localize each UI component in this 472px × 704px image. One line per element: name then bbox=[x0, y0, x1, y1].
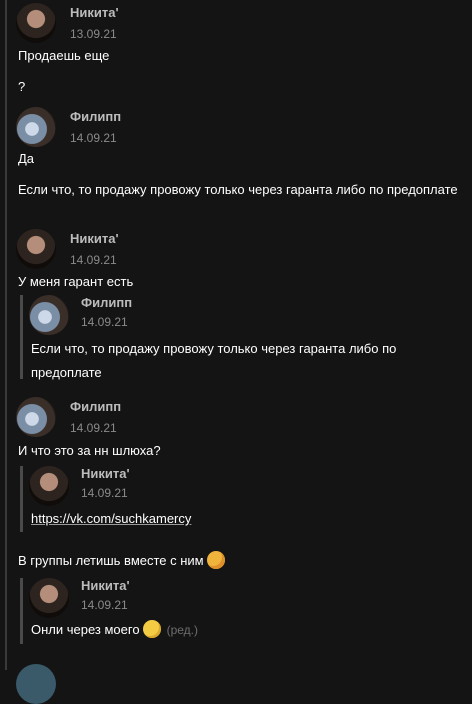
quoted-message[interactable]: Филипп 14.09.21 Если что, то продажу про… bbox=[20, 295, 467, 380]
quoted-author-name: Никита' bbox=[81, 466, 130, 481]
message-text: Если что, то продажу провожу только чере… bbox=[18, 182, 458, 197]
thread-line bbox=[5, 0, 7, 670]
message-header: Филипп 14.09.21 bbox=[16, 397, 316, 441]
message-text: ? bbox=[18, 79, 26, 94]
quoted-message-date: 14.09.21 bbox=[81, 315, 128, 329]
message-date: 14.09.21 bbox=[70, 421, 117, 435]
message-header: Никита' 13.09.21 bbox=[16, 3, 316, 47]
quoted-text-content: Онли через моего bbox=[31, 622, 140, 637]
edited-marker: (ред.) bbox=[166, 623, 199, 637]
quoted-author-name: Никита' bbox=[81, 578, 130, 593]
message-header: Филипп 14.09.21 bbox=[16, 107, 316, 151]
avatar[interactable] bbox=[16, 664, 56, 704]
message-header: Никита' 14.09.21 bbox=[16, 229, 316, 273]
quoted-link[interactable]: https://vk.com/suchkamercy bbox=[31, 507, 451, 531]
quoted-message[interactable]: Никита' 14.09.21 https://vk.com/suchkame… bbox=[20, 466, 467, 532]
message-date: 14.09.21 bbox=[70, 131, 117, 145]
author-name[interactable]: Никита' bbox=[70, 231, 119, 246]
quoted-message-date: 14.09.21 bbox=[81, 486, 128, 500]
quoted-message-date: 14.09.21 bbox=[81, 598, 128, 612]
message-text-content: В группы летишь вместе с ним bbox=[18, 553, 204, 568]
quoted-message-text: Онли через моего (ред.) bbox=[31, 618, 451, 642]
smile-emoji-icon bbox=[142, 620, 161, 638]
avatar bbox=[29, 578, 69, 618]
avatar[interactable] bbox=[16, 3, 56, 43]
author-name[interactable]: Никита' bbox=[70, 5, 119, 20]
avatar bbox=[29, 295, 69, 335]
author-name[interactable]: Филипп bbox=[70, 109, 121, 124]
message-text: У меня гарант есть bbox=[18, 274, 134, 289]
avatar bbox=[29, 466, 69, 506]
message-date: 14.09.21 bbox=[70, 253, 117, 267]
avatar[interactable] bbox=[16, 107, 56, 147]
kissing-emoji-icon bbox=[206, 551, 225, 569]
message-date: 13.09.21 bbox=[70, 27, 117, 41]
message-text: И что это за нн шлюха? bbox=[18, 443, 161, 458]
avatar[interactable] bbox=[16, 397, 56, 437]
message-text: Да bbox=[18, 151, 35, 166]
avatar[interactable] bbox=[16, 229, 56, 269]
quoted-message-text: Если что, то продажу провожу только чере… bbox=[31, 341, 397, 380]
author-name[interactable]: Филипп bbox=[70, 399, 121, 414]
message-text: В группы летишь вместе с ним bbox=[18, 550, 458, 571]
message-text: Продаешь еще bbox=[18, 48, 110, 63]
quoted-message[interactable]: Никита' 14.09.21 Онли через моего (ред.) bbox=[20, 578, 467, 644]
quoted-author-name: Филипп bbox=[81, 295, 133, 310]
